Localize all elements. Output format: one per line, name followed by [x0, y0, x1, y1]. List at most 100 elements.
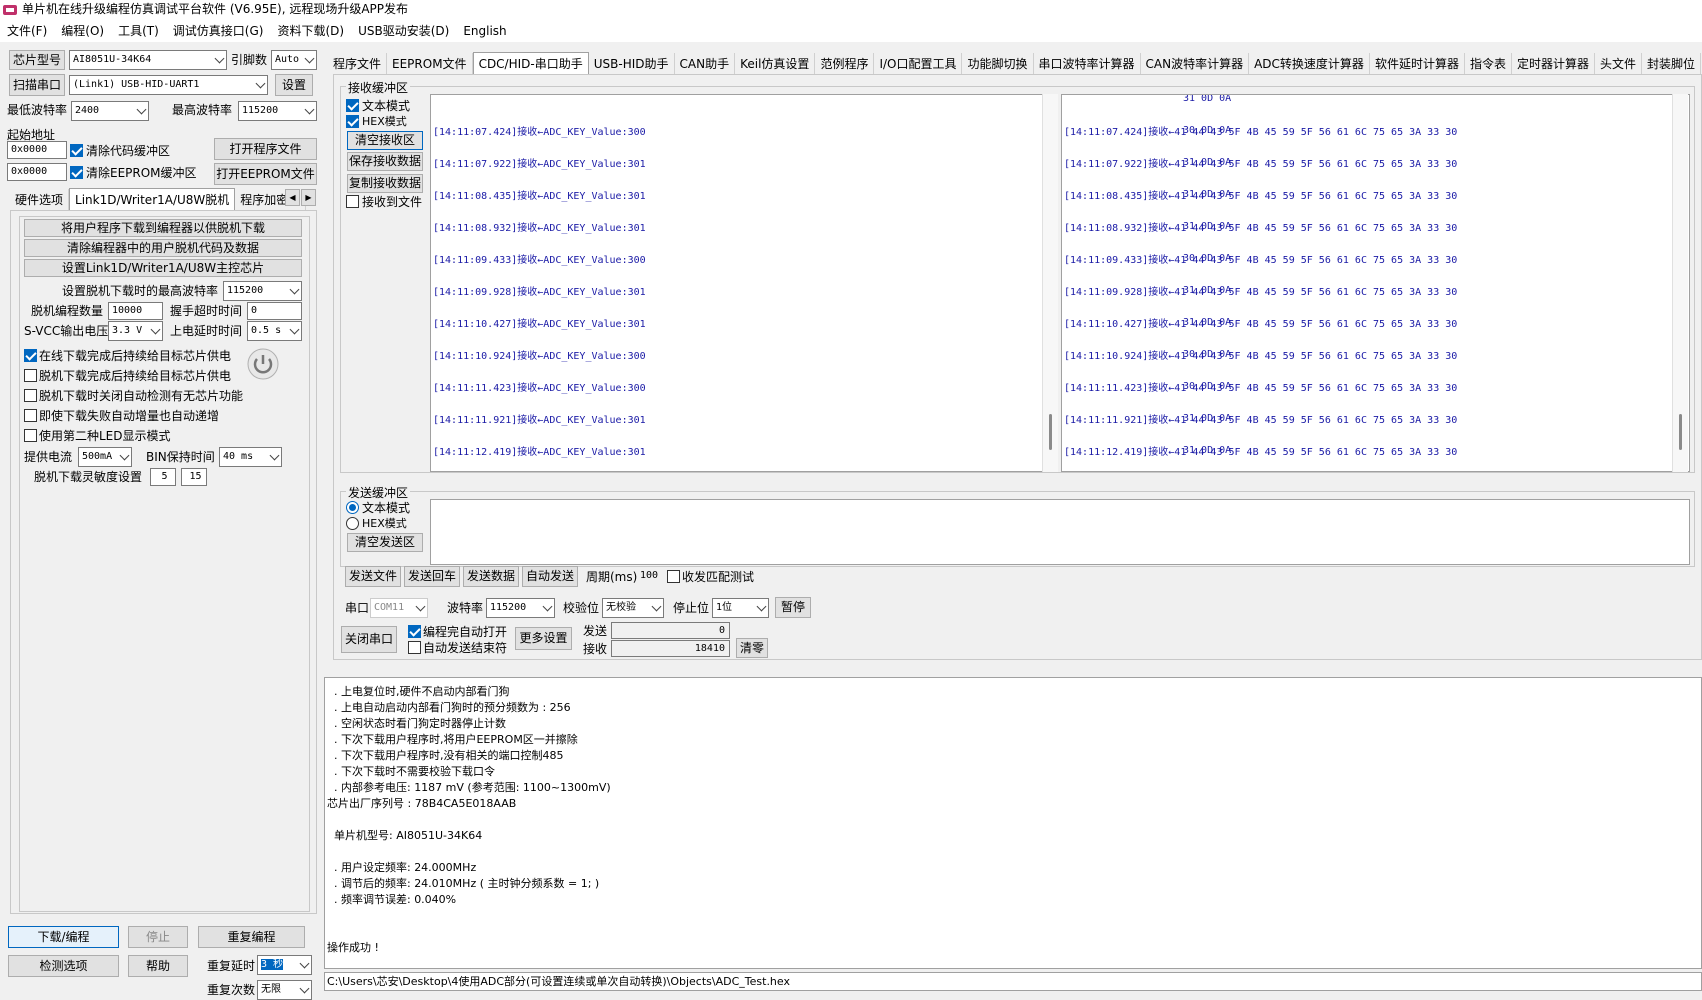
main-tab[interactable]: USB-HID助手 [589, 53, 675, 74]
repeat-count-select[interactable]: 无限 [257, 980, 312, 1000]
parity-select[interactable]: 无校验 [602, 598, 664, 618]
rx-text-scroll-thumb[interactable] [1049, 414, 1052, 450]
clear-receive-button[interactable]: 清空接收区 [347, 131, 423, 150]
offline-option-checkbox[interactable] [24, 429, 37, 442]
match-test-checkbox[interactable] [667, 570, 680, 583]
stop-bits-select[interactable]: 1位 [712, 598, 769, 618]
tx-hex-mode-radio[interactable] [346, 517, 359, 530]
main-tab[interactable]: 定时器计算器 [1512, 53, 1595, 74]
port-select[interactable]: (Link1) USB-HID-UART1 [69, 75, 268, 95]
tab-scroll-right-button[interactable]: ▶ [301, 189, 316, 206]
main-tab[interactable]: CAN波特率计算器 [1141, 53, 1250, 74]
main-tab[interactable]: ADC转换速度计算器 [1249, 53, 1370, 74]
main-tab[interactable]: 软件延时计算器 [1370, 53, 1465, 74]
min-baud-select[interactable]: 2400 [71, 101, 149, 121]
main-tab[interactable]: 串口波特率计算器 [1034, 53, 1141, 74]
main-tab[interactable]: Keil仿真设置 [735, 53, 816, 74]
tab-offline[interactable]: Link1D/Writer1A/U8W脱机 [69, 188, 236, 210]
main-tab[interactable]: I/O口配置工具 [874, 53, 963, 74]
main-tab[interactable]: 封装脚位 [1642, 53, 1702, 74]
sensitivity-input-1[interactable]: 5 [150, 468, 176, 486]
main-tab[interactable]: 头文件 [1595, 53, 1642, 74]
menu-item[interactable]: 工具(T) [111, 20, 166, 42]
rx-text-mode-checkbox[interactable] [346, 99, 359, 112]
offline-option-checkbox[interactable] [24, 369, 37, 382]
send-cr-button[interactable]: 发送回车 [404, 566, 460, 587]
send-text-area[interactable] [430, 499, 1690, 565]
send-data-button[interactable]: 发送数据 [463, 566, 519, 587]
menu-item[interactable]: 资料下载(D) [270, 20, 351, 42]
copy-receive-button[interactable]: 复制接收数据 [347, 174, 423, 193]
chip-type-select[interactable]: AI8051U-34K64 [69, 50, 227, 70]
rx-hex-scroll-thumb[interactable] [1679, 414, 1682, 450]
menu-item[interactable]: USB驱动安装(D) [351, 20, 456, 42]
main-tab[interactable]: 指令表 [1465, 53, 1512, 74]
detect-options-button[interactable]: 检测选项 [8, 955, 119, 977]
main-tab[interactable]: CAN助手 [675, 53, 736, 74]
clear-code-buffer-checkbox[interactable] [70, 144, 83, 157]
menu-item[interactable]: 文件(F) [0, 20, 54, 42]
auto-end-checkbox[interactable] [408, 641, 421, 654]
supply-current-select[interactable]: 500mA [78, 447, 132, 467]
bin-hold-time-select[interactable]: 40 ms [219, 447, 282, 467]
main-tab[interactable]: 功能脚切换 [962, 53, 1034, 74]
more-settings-button[interactable]: 更多设置 [515, 627, 572, 650]
scan-port-button[interactable]: 扫描串口 [9, 74, 65, 96]
receive-hex-area[interactable]: 31 0D 0A 30 0D 0A 31 0D 0A 31 0D 0A 31 0D 0A… [1061, 94, 1690, 472]
menu-item[interactable]: 调试仿真接口(G) [166, 20, 271, 42]
offline-option-checkbox[interactable] [24, 349, 37, 362]
period-label: 周期(ms) [586, 570, 638, 584]
download-to-programmer-button[interactable]: 将用户程序下载到编程器以供脱机下载 [24, 219, 302, 237]
clear-counts-button[interactable]: 清零 [736, 638, 768, 658]
eeprom-start-address-input[interactable]: 0x0000 [7, 163, 67, 181]
open-program-file-button[interactable]: 打开程序文件 [214, 138, 317, 160]
log-output-area[interactable]: . 上电复位时,硬件不启动内部看门狗 . 上电自动启动内部看门狗时的预分频数为 … [324, 677, 1702, 969]
max-baud-select[interactable]: 115200 [238, 101, 317, 121]
menu-item[interactable]: 编程(O) [54, 20, 111, 42]
receive-to-file-checkbox[interactable] [346, 195, 359, 208]
help-button[interactable]: 帮助 [128, 955, 188, 977]
tx-text-mode-radio[interactable] [346, 501, 359, 514]
rx-hex-scrollbar[interactable] [1672, 94, 1688, 472]
baud-select[interactable]: 115200 [486, 598, 555, 618]
power-delay-select[interactable]: 0.5 s [247, 321, 302, 341]
clear-offline-code-button[interactable]: 清除编程器中的用户脱机代码及数据 [24, 239, 302, 257]
stop-button[interactable]: 停止 [128, 926, 188, 948]
main-tab[interactable]: 范例程序 [815, 53, 875, 74]
close-port-button[interactable]: 关闭串口 [341, 626, 397, 653]
power-icon[interactable] [247, 348, 279, 380]
menu-item[interactable]: English [456, 20, 513, 42]
offline-option-checkbox[interactable] [24, 409, 37, 422]
handshake-timeout-input[interactable]: 0 [247, 302, 302, 320]
period-input[interactable]: 100 [637, 568, 666, 586]
pause-button[interactable]: 暂停 [775, 597, 811, 618]
clear-eeprom-buffer-checkbox[interactable] [70, 166, 83, 179]
main-tab[interactable]: CDC/HID-串口助手 [472, 52, 589, 74]
offline-max-baud-select[interactable]: 115200 [223, 281, 302, 301]
svcc-voltage-select[interactable]: 3.3 V [108, 321, 163, 341]
save-receive-button[interactable]: 保存接收数据 [347, 152, 423, 171]
rx-text-scrollbar[interactable] [1042, 94, 1058, 472]
tab-hardware-options[interactable]: 硬件选项 [10, 189, 70, 210]
main-tab[interactable]: EEPROM文件 [387, 53, 473, 74]
clear-send-button[interactable]: 清空发送区 [347, 533, 423, 552]
set-master-chip-button[interactable]: 设置Link1D/Writer1A/U8W主控芯片 [24, 259, 302, 277]
code-start-address-input[interactable]: 0x0000 [7, 141, 67, 159]
main-tab[interactable]: 程序文件 [328, 53, 388, 74]
serial-port-select[interactable]: COM11 [370, 598, 428, 618]
send-file-button[interactable]: 发送文件 [345, 566, 401, 587]
tab-scroll-left-button[interactable]: ◀ [285, 189, 300, 206]
offline-count-input[interactable]: 10000 [108, 302, 163, 320]
repeat-delay-select[interactable]: 3 秒 [257, 955, 312, 975]
repeat-program-button[interactable]: 重复编程 [198, 926, 305, 948]
auto-open-checkbox[interactable] [408, 625, 421, 638]
offline-option-checkbox[interactable] [24, 389, 37, 402]
download-program-button[interactable]: 下载/编程 [8, 926, 119, 948]
open-eeprom-file-button[interactable]: 打开EEPROM文件 [214, 163, 317, 185]
receive-text-area[interactable]: [14:11:07.424]接收←ADC_KEY_Value:300 [14:11… [430, 94, 1058, 472]
port-settings-button[interactable]: 设置 [275, 74, 313, 96]
sensitivity-input-2[interactable]: 15 [181, 468, 207, 486]
pin-count-select[interactable]: Auto [271, 50, 317, 70]
rx-hex-mode-checkbox[interactable] [346, 115, 359, 128]
auto-send-button[interactable]: 自动发送 [522, 566, 578, 587]
